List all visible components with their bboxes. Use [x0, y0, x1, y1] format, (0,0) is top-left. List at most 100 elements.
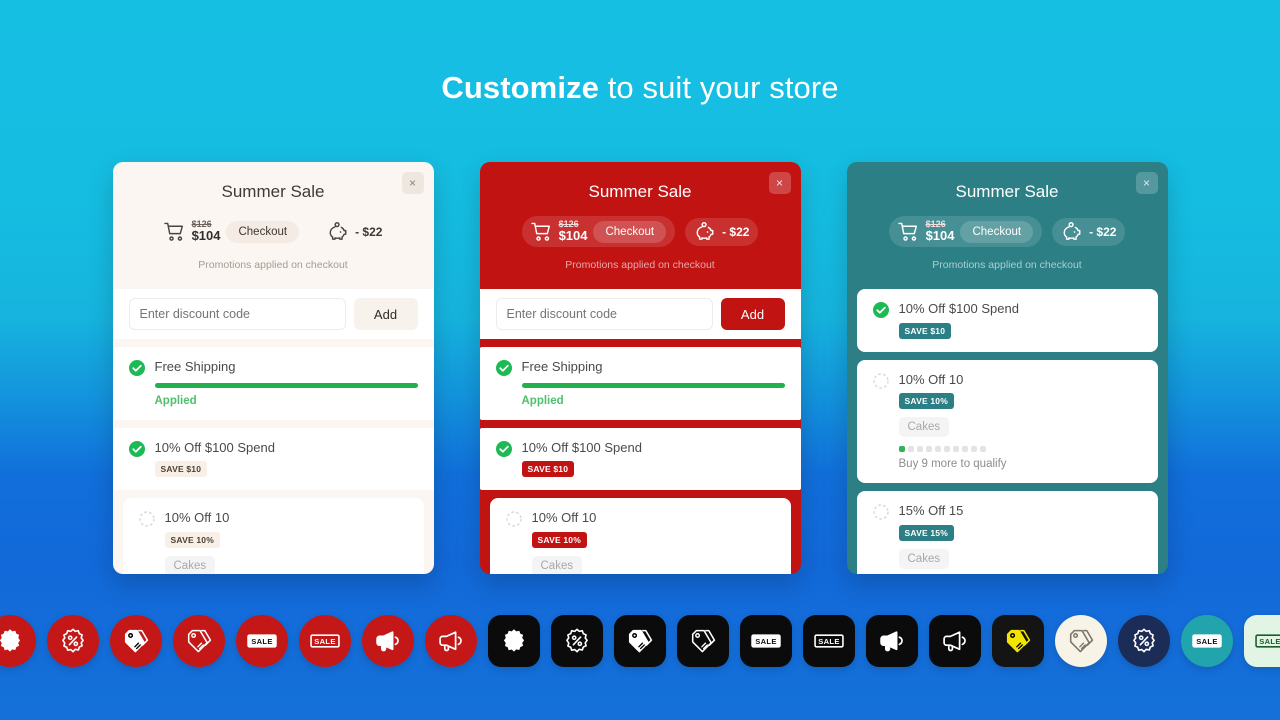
- cart-total-pill[interactable]: $126 $104 Checkout: [888, 216, 1043, 248]
- savings-badge: SAVE $10: [154, 461, 208, 478]
- cart-prices: $126 $104: [191, 219, 221, 244]
- promotion-details: 10% Off $100 Spend SAVE $10: [154, 439, 418, 478]
- checkout-button[interactable]: Checkout: [593, 220, 667, 243]
- promotion-details: 10% Off 10SAVE 10%CakesBuy 9 more to qua…: [164, 510, 408, 574]
- progress-dot: [952, 446, 959, 453]
- category-chip: Cakes: [164, 555, 216, 574]
- applied-status: Applied: [154, 394, 197, 407]
- savings-badge: SAVE 10%: [531, 531, 587, 548]
- icon-preset-sale-label-filled-icon[interactable]: SALE: [740, 615, 792, 667]
- shopping-cart-icon: [530, 222, 553, 242]
- page-title: Customize to suit your store: [0, 70, 1280, 106]
- page-title-rest: to suit your store: [598, 70, 839, 105]
- icon-preset-sale-label-outline-icon[interactable]: SALE: [803, 615, 855, 667]
- icon-preset-price-tags-filled-icon[interactable]: [992, 615, 1044, 667]
- svg-text:SALE: SALE: [755, 637, 777, 646]
- progress-dot: [961, 446, 968, 453]
- savings-badge: SAVE $10: [898, 322, 952, 339]
- promotion-item[interactable]: 10% Off $100 Spend SAVE $10: [856, 289, 1158, 352]
- applied-status: Applied: [521, 394, 564, 407]
- cart-summary: $126 $104 Checkout - $22: [127, 216, 420, 247]
- icon-preset-price-tags-outline-icon[interactable]: [677, 615, 729, 667]
- promotion-item[interactable]: 10% Off $100 Spend SAVE $10: [479, 427, 801, 491]
- check-circle-icon: [128, 440, 145, 462]
- close-icon[interactable]: ×: [1135, 172, 1158, 194]
- icon-preset-percent-badge-outline-icon[interactable]: [551, 615, 603, 667]
- percent-badge-outline-icon: [564, 628, 590, 654]
- promotion-name: 15% Off 15: [898, 503, 964, 519]
- price-tags-filled-icon: [1005, 628, 1032, 655]
- add-code-button[interactable]: Add: [720, 298, 785, 331]
- cart-current-price: $104: [191, 228, 221, 244]
- promotion-item[interactable]: 10% Off 10SAVE 10%CakesBuy 9 more to qua…: [856, 359, 1158, 484]
- sale-label-filled-icon: SALE: [247, 631, 277, 651]
- icon-preset-sale-label-filled-icon[interactable]: SALE: [236, 615, 288, 667]
- savings-badge: SAVE $10: [521, 461, 575, 478]
- card-body: Add Free Shipping Applied 10% Off $100 S…: [479, 281, 801, 574]
- checkout-button[interactable]: Checkout: [960, 220, 1034, 243]
- discount-code-input[interactable]: [128, 298, 346, 331]
- add-code-button[interactable]: Add: [353, 298, 418, 331]
- icon-preset-percent-badge-filled-icon[interactable]: [488, 615, 540, 667]
- promotion-details: 10% Off 10SAVE 10%CakesBuy 9 more to qua…: [531, 510, 775, 574]
- promotion-item[interactable]: 15% Off 15 SAVE 15% Cakes: [856, 491, 1158, 574]
- savings-pill: - $22: [318, 218, 391, 246]
- icon-preset-price-tags-outline-icon[interactable]: [1055, 615, 1107, 667]
- checkout-button[interactable]: Checkout: [226, 220, 300, 243]
- promotion-item[interactable]: Free Shipping Applied: [112, 347, 434, 420]
- icon-preset-sale-label-outline-icon[interactable]: SALE: [1244, 615, 1280, 667]
- close-icon[interactable]: ×: [768, 172, 791, 194]
- cart-prices: $126 $104: [926, 219, 955, 243]
- progress-bar-fill: [521, 382, 785, 388]
- promotion-name: 10% Off 10: [531, 510, 597, 526]
- promotion-name: 10% Off $100 Spend: [154, 439, 275, 455]
- promo-card: × Summer Sale $126 $104 Checkout - $22 P…: [479, 162, 801, 574]
- svg-text:SALE: SALE: [1259, 637, 1280, 646]
- discount-code-input[interactable]: [495, 298, 713, 331]
- icon-preset-percent-badge-filled-icon[interactable]: [0, 615, 36, 667]
- progress-bar-fill: [154, 382, 418, 388]
- icon-preset-price-tags-outline-icon[interactable]: [173, 615, 225, 667]
- svg-text:SALE: SALE: [1196, 637, 1218, 646]
- promotions-note: Promotions applied on checkout: [198, 259, 348, 272]
- icon-preset-megaphone-outline-icon[interactable]: [929, 615, 981, 667]
- cart-summary: $126 $104 Checkout - $22: [861, 216, 1154, 248]
- promotion-item[interactable]: Free Shipping Applied: [479, 347, 801, 420]
- discount-code-row: Add: [112, 289, 434, 340]
- cart-total-pill[interactable]: $126 $104 Checkout: [155, 216, 309, 247]
- icon-preset-percent-badge-outline-icon[interactable]: [1118, 615, 1170, 667]
- card-title: Summer Sale: [221, 182, 325, 201]
- icon-preset-sale-label-outline-icon[interactable]: SALE: [299, 615, 351, 667]
- category-chip: Cakes: [898, 417, 950, 438]
- promotion-name: Free Shipping: [154, 359, 236, 375]
- icon-preset-percent-badge-outline-icon[interactable]: [47, 615, 99, 667]
- savings-pill: - $22: [685, 217, 759, 246]
- close-icon[interactable]: ×: [401, 172, 424, 194]
- promotion-item[interactable]: 10% Off 10SAVE 10%CakesBuy 9 more to qua…: [122, 498, 424, 574]
- svg-text:SALE: SALE: [251, 637, 273, 646]
- sale-label-outline-icon: SALE: [1255, 631, 1280, 651]
- card-header: × Summer Sale $126 $104 Checkout - $22 P…: [113, 162, 434, 281]
- promotion-item[interactable]: 10% Off 10SAVE 10%CakesBuy 9 more to qua…: [489, 498, 791, 574]
- pending-circle-icon: [138, 511, 155, 532]
- icon-preset-price-tags-filled-icon[interactable]: [110, 615, 162, 667]
- icon-preset-megaphone-outline-icon[interactable]: [425, 615, 477, 667]
- piggy-bank-icon: [1061, 221, 1083, 242]
- icon-preset-megaphone-filled-icon[interactable]: [362, 615, 414, 667]
- icon-preset-megaphone-filled-icon[interactable]: [866, 615, 918, 667]
- icon-preset-price-tags-filled-icon[interactable]: [614, 615, 666, 667]
- sale-label-filled-icon: SALE: [751, 631, 781, 651]
- megaphone-filled-icon: [374, 629, 402, 653]
- promotions-note: Promotions applied on checkout: [932, 259, 1082, 272]
- progress-dot: [898, 446, 905, 453]
- savings-pill: - $22: [1052, 217, 1126, 246]
- percent-badge-outline-icon: [60, 628, 86, 654]
- icon-preset-sale-label-filled-icon[interactable]: SALE: [1181, 615, 1233, 667]
- cart-total-pill[interactable]: $126 $104 Checkout: [521, 216, 676, 248]
- progress-dot: [925, 446, 932, 453]
- shopping-cart-icon: [897, 222, 920, 242]
- promotion-item[interactable]: 10% Off $100 Spend SAVE $10: [112, 427, 434, 491]
- percent-badge-filled-icon: [0, 628, 23, 654]
- promotion-name: 10% Off $100 Spend: [898, 301, 1019, 317]
- page-title-bold: Customize: [441, 70, 599, 105]
